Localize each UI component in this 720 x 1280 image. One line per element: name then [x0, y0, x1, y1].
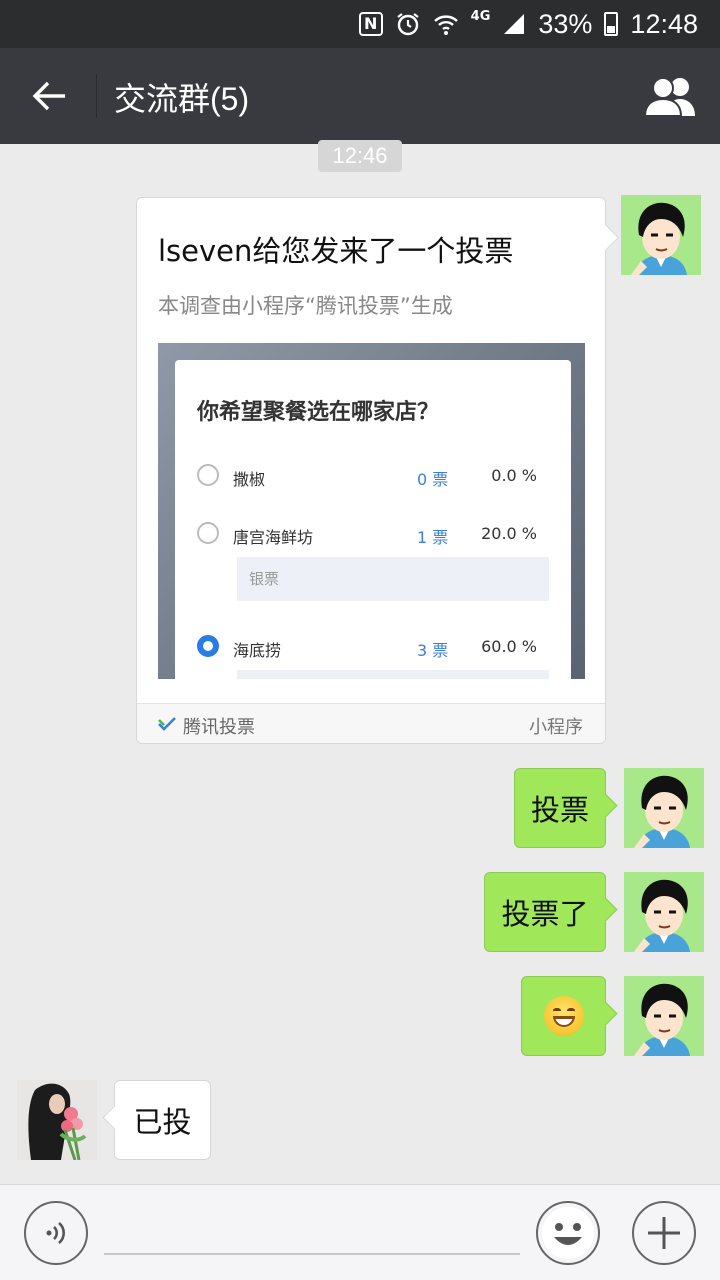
poll-option-votes: 3 票: [417, 641, 449, 660]
card-title: lseven给您发来了一个投票: [158, 234, 514, 268]
my-avatar[interactable]: [621, 195, 701, 275]
my-message-bubble[interactable]: 投票: [514, 768, 606, 848]
cartoon-boy-avatar-icon: [624, 768, 704, 848]
message-text: 投票: [530, 793, 589, 827]
girl-with-flowers-avatar-icon: [17, 1080, 97, 1160]
plus-icon: [648, 1217, 680, 1249]
poll-option-name: 撒椒: [233, 470, 266, 489]
poll-option-voters-bar: [237, 670, 549, 679]
wifi-icon: [433, 12, 459, 36]
chat-input-bar: [0, 1184, 720, 1280]
my-avatar[interactable]: [624, 976, 704, 1056]
battery-icon: [604, 12, 619, 36]
emoji-icon: [542, 1207, 594, 1259]
bubble-content: [522, 977, 605, 1055]
signal-icon: [502, 12, 526, 36]
poll-option-votes: 0 票: [417, 470, 449, 489]
voice-input-button[interactable]: [24, 1201, 88, 1265]
poll-option: 撒椒 0 票 0.0 %: [197, 464, 549, 489]
status-bar: N 4G 33% 12:48: [0, 0, 720, 48]
poll-option-percent: 0.0 %: [491, 466, 537, 485]
poll-preview-panel: 你希望聚餐选在哪家店？ 撒椒 0 票 0.0 % 唐宫海鲜坊 1 票 20.0 …: [175, 360, 571, 679]
emoji-mouth: [552, 1016, 575, 1027]
my-emoji-bubble[interactable]: [521, 976, 606, 1056]
emoji-eye: [566, 1008, 575, 1013]
cartoon-boy-avatar-icon: [624, 976, 704, 1056]
poll-question: 你希望聚餐选在哪家店？: [197, 400, 440, 425]
message-timestamp: 12:46: [318, 140, 402, 172]
card-app-type: 小程序: [529, 717, 583, 738]
poll-option: 唐宫海鲜坊 1 票 20.0 %: [197, 522, 549, 547]
cartoon-boy-avatar-icon: [624, 872, 704, 952]
title-bar: 交流群(5): [0, 48, 720, 144]
network-type: 4G: [470, 8, 491, 24]
card-footer: 腾讯投票 小程序: [137, 703, 605, 743]
my-message-bubble[interactable]: 投票了: [484, 872, 606, 952]
poll-option-percent: 20.0 %: [481, 524, 537, 543]
grinning-emoji-icon: [543, 996, 584, 1036]
nfc-icon: N: [358, 12, 383, 36]
back-button[interactable]: [24, 70, 76, 122]
group-members-button[interactable]: [642, 72, 700, 120]
poll-option-votes: 1 票: [417, 528, 449, 547]
message-text: 投票了: [501, 897, 589, 931]
card-app-name: 腾讯投票: [183, 717, 255, 738]
group-members-icon: [643, 77, 695, 117]
radio-checked-icon: [197, 635, 219, 657]
emoji-button[interactable]: [536, 1201, 600, 1265]
poll-share-card[interactable]: lseven给您发来了一个投票 本调查由小程序“腾讯投票”生成 你希望聚餐选在哪…: [136, 197, 606, 744]
cartoon-boy-avatar-icon: [621, 195, 701, 275]
poll-option-voters: 银票: [237, 557, 549, 601]
message-input[interactable]: [104, 1207, 520, 1255]
battery-percent: 33%: [538, 8, 593, 39]
card-subtitle: 本调查由小程序“腾讯投票”生成: [158, 294, 453, 318]
radio-unchecked-icon: [197, 522, 219, 544]
poll-preview[interactable]: 你希望聚餐选在哪家店？ 撒椒 0 票 0.0 % 唐宫海鲜坊 1 票 20.0 …: [158, 343, 585, 679]
clock: 12:48: [630, 8, 698, 39]
my-avatar[interactable]: [624, 768, 704, 848]
radio-unchecked-icon: [197, 464, 219, 486]
message-text: 已投: [133, 1105, 192, 1139]
my-avatar[interactable]: [624, 872, 704, 952]
friend-message-bubble[interactable]: 已投: [114, 1080, 211, 1160]
tencent-vote-check-icon: [158, 717, 176, 731]
more-actions-button[interactable]: [632, 1201, 696, 1265]
back-arrow-icon: [32, 81, 65, 111]
poll-option: 海底捞 3 票 60.0 %: [197, 635, 549, 660]
poll-option-percent: 60.0 %: [481, 637, 537, 656]
alarm-icon: [395, 11, 421, 37]
friend-avatar[interactable]: [17, 1080, 97, 1160]
emoji-eye: [552, 1008, 561, 1013]
title-divider: [96, 74, 97, 118]
chat-title: 交流群(5): [114, 81, 250, 117]
poll-option-name: 唐宫海鲜坊: [233, 528, 314, 547]
voice-icon: [46, 1222, 65, 1244]
poll-option-name: 海底捞: [233, 641, 282, 660]
